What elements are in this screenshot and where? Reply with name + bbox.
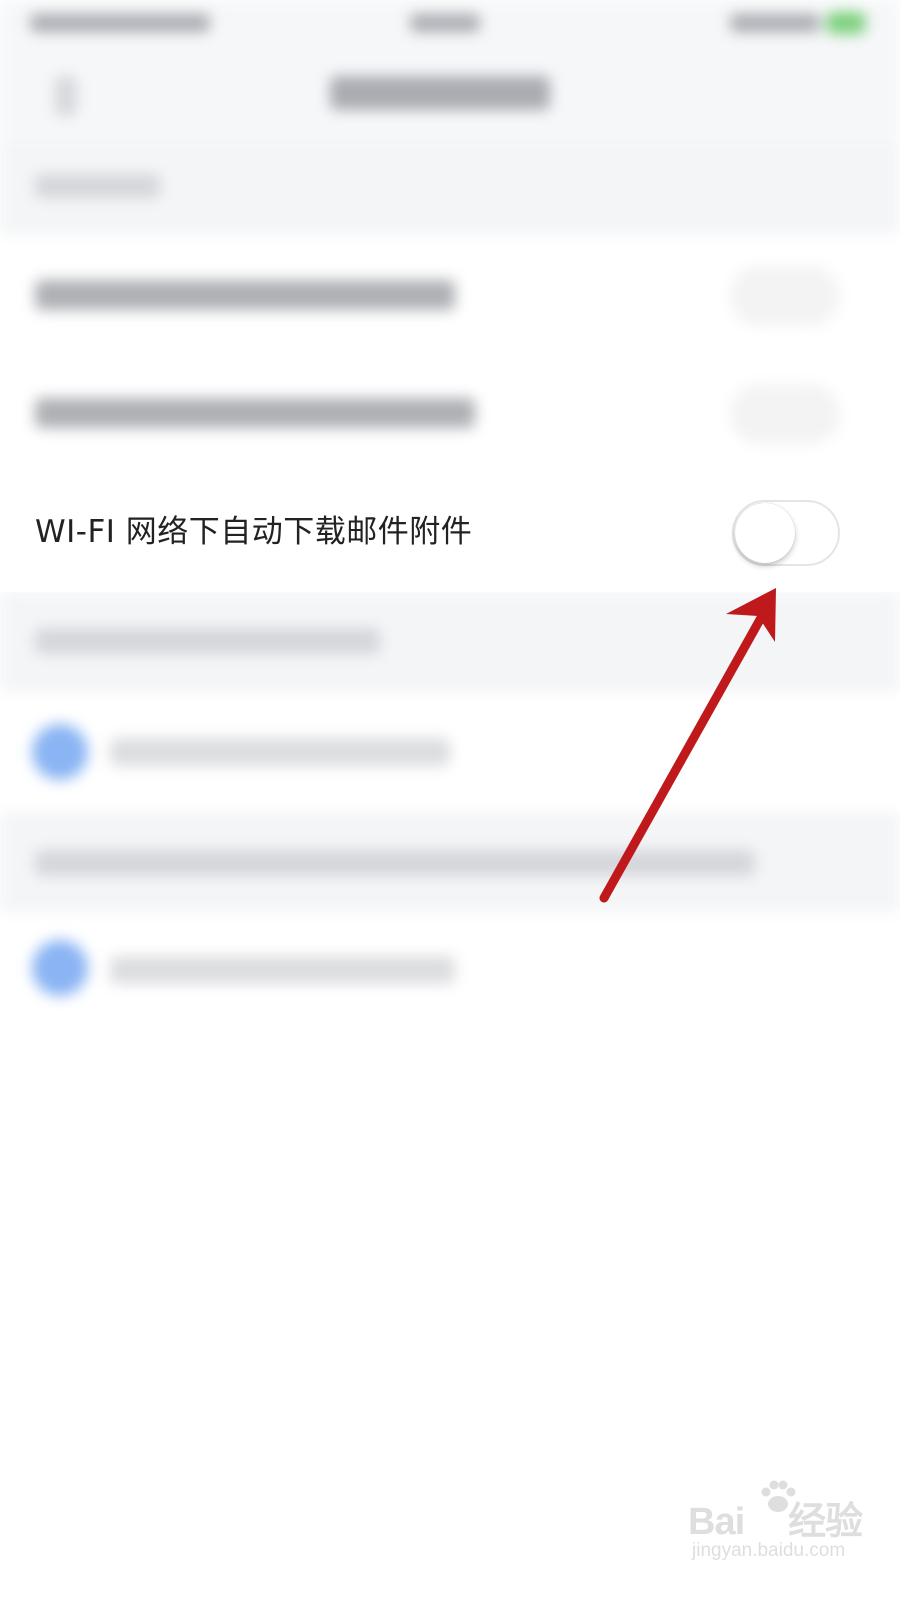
wifi-auto-download-setting-row: WI-FI 网络下自动下载邮件附件 xyxy=(0,474,900,592)
section-header xyxy=(0,812,900,912)
watermark-url: jingyan.baidu.com xyxy=(692,1540,846,1561)
toggle-knob xyxy=(735,503,795,563)
settings-group xyxy=(0,912,900,1042)
baidu-jingyan-watermark: Bai 经验 jingyan.baidu.com xyxy=(688,1480,878,1580)
status-bar xyxy=(0,0,900,48)
section-header xyxy=(0,592,900,692)
blurred-background xyxy=(0,0,900,1600)
wifi-auto-download-label: WI-FI 网络下自动下载邮件附件 xyxy=(35,514,473,550)
watermark-brand: Bai 经验 xyxy=(688,1490,863,1545)
wifi-auto-download-toggle[interactable] xyxy=(732,500,840,566)
watermark-brand-right: 经验 xyxy=(788,1501,863,1543)
watermark-brand-left: Bai xyxy=(688,1501,745,1543)
settings-screen: WI-FI 网络下自动下载邮件附件 Bai 经验 jingyan.baidu.co… xyxy=(0,0,900,1600)
settings-group xyxy=(0,692,900,812)
nav-bar xyxy=(0,48,900,144)
section-header xyxy=(0,144,900,234)
settings-group xyxy=(0,234,900,474)
